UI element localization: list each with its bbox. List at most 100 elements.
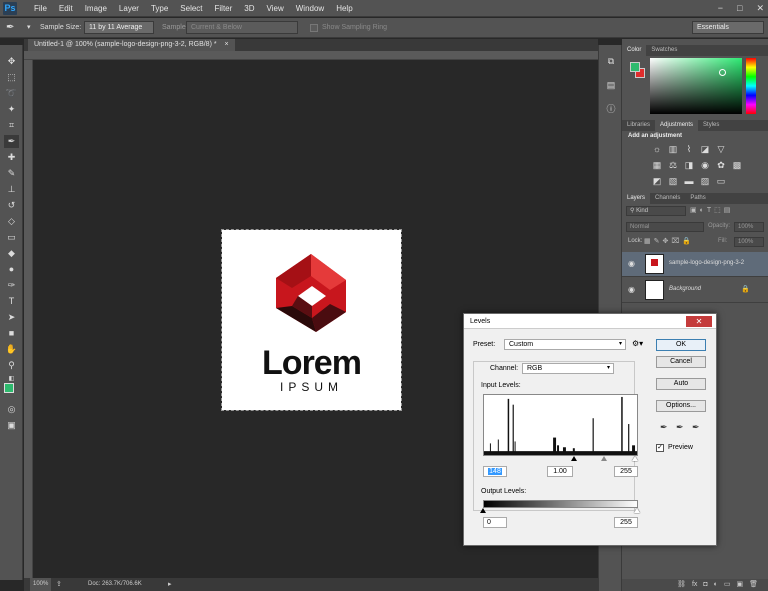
ok-button[interactable]: OK	[656, 339, 706, 351]
panel-foreground-swatch[interactable]	[630, 62, 640, 72]
new-layer-icon[interactable]: ▣	[736, 579, 743, 591]
output-white-slider[interactable]	[634, 508, 640, 513]
marquee-tool-icon[interactable]: ⬚	[4, 71, 19, 84]
preview-checkbox[interactable]: ✓	[656, 444, 664, 452]
minimize-icon[interactable]: −	[718, 0, 723, 17]
document-canvas[interactable]: Lorem IPSUM	[221, 229, 402, 411]
layer-filter-select[interactable]: ⚲ Kind	[626, 206, 686, 216]
preset-options-gear-icon[interactable]: ⚙▾	[632, 339, 643, 348]
invert-icon[interactable]: ◩	[652, 176, 662, 186]
color-picker-ring[interactable]	[719, 69, 726, 76]
close-tab-icon[interactable]: ×	[225, 41, 229, 48]
menu-filter[interactable]: Filter	[209, 0, 239, 17]
foreground-color-swatch[interactable]	[4, 383, 14, 393]
output-white-field[interactable]: 255	[614, 517, 638, 528]
levels-dialog-titlebar[interactable]: Levels ✕	[464, 314, 716, 329]
selective-color-icon[interactable]: ▨	[700, 176, 710, 186]
color-balance-icon[interactable]: ⚖	[668, 160, 678, 170]
tab-swatches[interactable]: Swatches	[646, 45, 682, 56]
lock-icons[interactable]: ▦✎✥⌧🔒	[644, 237, 694, 245]
sample-size-select[interactable]: 11 by 11 Average	[84, 21, 154, 34]
menu-help[interactable]: Help	[330, 0, 358, 17]
input-gamma-field[interactable]: 1.00	[547, 466, 573, 477]
fill-field[interactable]: 100%	[734, 237, 764, 247]
status-arrow-icon[interactable]: ▸	[168, 578, 172, 591]
move-tool-icon[interactable]: ✥	[4, 55, 19, 68]
layer-row-logo[interactable]: ◉ sample-logo-design-png-3-2	[622, 252, 768, 277]
shape-tool-icon[interactable]: ■	[4, 327, 19, 340]
black-point-eyedropper-icon[interactable]: ✒	[660, 422, 668, 433]
eyedropper-tool-icon[interactable]: ✒	[6, 21, 14, 34]
levels-icon[interactable]: ▥	[668, 144, 678, 154]
crop-tool-icon[interactable]: ⌗	[4, 119, 19, 132]
vibrance-icon[interactable]: ▽	[716, 144, 726, 154]
output-black-field[interactable]: 0	[483, 517, 507, 528]
quick-mask-icon[interactable]: ◎	[4, 403, 19, 416]
exposure-icon[interactable]: ◪	[700, 144, 710, 154]
info-panel-icon[interactable]: ⓘ	[604, 103, 618, 115]
brush-tool-icon[interactable]: ✎	[4, 167, 19, 180]
menu-edit[interactable]: Edit	[53, 0, 79, 17]
tab-libraries[interactable]: Libraries	[622, 120, 655, 131]
share-icon[interactable]: ⇪	[56, 578, 62, 591]
stamp-tool-icon[interactable]: ⊥	[4, 183, 19, 196]
hue-slider[interactable]	[746, 58, 756, 114]
options-button[interactable]: Options...	[656, 400, 706, 412]
output-black-slider[interactable]	[480, 508, 486, 513]
layer-row-background[interactable]: ◉ Background 🔒	[622, 278, 768, 303]
sampling-ring-checkbox[interactable]	[310, 24, 318, 32]
hue-saturation-icon[interactable]: ▦	[652, 160, 662, 170]
lasso-tool-icon[interactable]: ➰	[4, 87, 19, 100]
curves-icon[interactable]: ⌇	[684, 144, 694, 154]
pen-tool-icon[interactable]: ✑	[4, 279, 19, 292]
channel-select[interactable]: RGB ▾	[522, 363, 614, 374]
menu-3d[interactable]: 3D	[238, 0, 260, 17]
eyedropper-tool-button-icon[interactable]: ✒	[4, 135, 19, 148]
menu-select[interactable]: Select	[174, 0, 208, 17]
history-panel-icon[interactable]: ⧉	[604, 55, 618, 67]
quick-select-tool-icon[interactable]: ✦	[4, 103, 19, 116]
visibility-eye-icon[interactable]: ◉	[628, 259, 635, 268]
healing-tool-icon[interactable]: ✚	[4, 151, 19, 164]
eraser-tool-icon[interactable]: ◇	[4, 215, 19, 228]
channel-mixer-icon[interactable]: ✿	[716, 160, 726, 170]
photo-filter-icon[interactable]: ◉	[700, 160, 710, 170]
layer-filter-icons[interactable]: ▣◐T⬚▤	[690, 206, 733, 214]
black-white-icon[interactable]: ◨	[684, 160, 694, 170]
tab-channels[interactable]: Channels	[650, 193, 685, 204]
link-layers-icon[interactable]: ⛓	[677, 579, 686, 591]
path-select-tool-icon[interactable]: ➤	[4, 311, 19, 324]
threshold-icon[interactable]: ▬	[684, 176, 694, 186]
menu-image[interactable]: Image	[79, 0, 113, 17]
posterize-icon[interactable]: ▧	[668, 176, 678, 186]
input-white-slider[interactable]	[632, 456, 638, 461]
auto-button[interactable]: Auto	[656, 378, 706, 390]
blur-tool-icon[interactable]: ◆	[4, 247, 19, 260]
blend-mode-select[interactable]: Normal	[626, 222, 704, 232]
visibility-eye-icon[interactable]: ◉	[628, 285, 635, 294]
cancel-button[interactable]: Cancel	[656, 356, 706, 368]
tool-preset-chevron-icon[interactable]: ▾	[27, 21, 31, 34]
white-point-eyedropper-icon[interactable]: ✒	[692, 422, 700, 433]
tab-color[interactable]: Color	[622, 45, 647, 56]
document-tab[interactable]: Untitled-1 @ 100% (sample-logo-design-pn…	[28, 39, 235, 51]
input-black-field[interactable]: 148	[483, 466, 507, 477]
input-gamma-slider[interactable]	[601, 456, 607, 461]
color-lookup-icon[interactable]: ▩	[732, 160, 742, 170]
gray-point-eyedropper-icon[interactable]: ✒	[676, 422, 684, 433]
delete-layer-icon[interactable]: 🗑	[749, 579, 758, 591]
layer-style-icon[interactable]: fx	[692, 579, 697, 591]
history-brush-tool-icon[interactable]: ↺	[4, 199, 19, 212]
menu-file[interactable]: File	[28, 0, 53, 17]
close-icon[interactable]: ✕	[756, 0, 764, 17]
screen-mode-icon[interactable]: ▣	[4, 419, 19, 432]
gradient-map-icon[interactable]: ▭	[716, 176, 726, 186]
workspace-select[interactable]: Essentials	[692, 21, 764, 34]
tab-adjustments[interactable]: Adjustments	[655, 120, 699, 131]
tab-paths[interactable]: Paths	[685, 193, 710, 204]
preset-select[interactable]: Custom ▾	[504, 339, 626, 350]
menu-layer[interactable]: Layer	[113, 0, 145, 17]
zoom-tool-icon[interactable]: ⚲	[4, 359, 19, 372]
color-field[interactable]	[650, 58, 742, 114]
type-tool-icon[interactable]: T	[4, 295, 19, 308]
